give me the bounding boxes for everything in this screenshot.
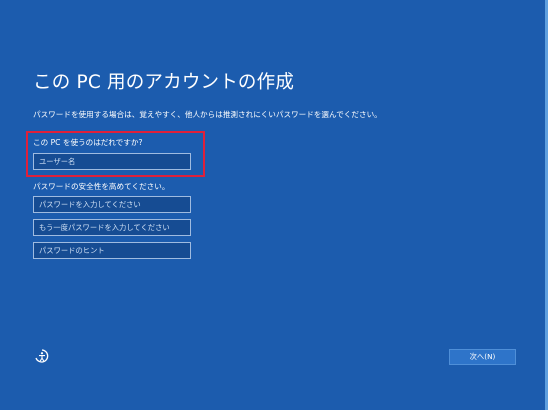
password-input[interactable] [33, 196, 191, 213]
page-title: この PC 用のアカウントの作成 [33, 72, 295, 93]
account-creation-screen: この PC 用のアカウントの作成 パスワードを使用する場合は、覚えやすく、他人か… [0, 0, 548, 410]
ease-of-access-icon[interactable] [33, 347, 51, 365]
confirm-password-input[interactable] [33, 219, 191, 236]
password-section-label: パスワードの安全性を高めてください。 [33, 182, 170, 191]
password-hint-input[interactable] [33, 242, 191, 259]
username-label: この PC を使うのはだれですか? [33, 138, 143, 147]
next-button[interactable]: 次へ(N) [449, 349, 516, 365]
username-input[interactable] [33, 153, 191, 170]
page-description: パスワードを使用する場合は、覚えやすく、他人からは推測されにくいパスワードを選ん… [33, 110, 382, 119]
